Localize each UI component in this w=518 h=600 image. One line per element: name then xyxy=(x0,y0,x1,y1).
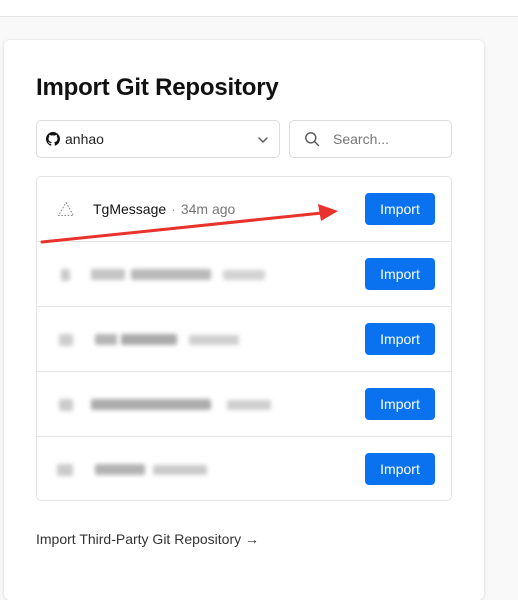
blurred-repo-name xyxy=(95,464,145,475)
account-selector[interactable]: anhao xyxy=(36,120,280,158)
blurred-repo-name xyxy=(91,269,125,280)
search-input[interactable] xyxy=(333,131,443,147)
repo-row: Import xyxy=(37,307,451,372)
blurred-repo-time xyxy=(227,400,271,410)
repo-list: TgMessage · 34m ago Import Import Import I… xyxy=(36,176,452,501)
blurred-repo-time xyxy=(189,335,239,345)
repo-row: Import xyxy=(37,242,451,307)
import-button[interactable]: Import xyxy=(365,193,435,225)
search-icon xyxy=(304,131,320,147)
import-button[interactable]: Import xyxy=(365,323,435,355)
repo-row: TgMessage · 34m ago Import xyxy=(37,177,451,242)
page-title: Import Git Repository xyxy=(36,74,279,101)
import-button[interactable]: Import xyxy=(365,258,435,290)
top-bar xyxy=(0,0,518,17)
blurred-repo-name xyxy=(121,334,177,345)
blurred-repo-icon xyxy=(61,269,70,281)
blurred-repo-icon xyxy=(59,399,73,411)
blurred-repo-icon xyxy=(59,334,73,346)
blurred-repo-icon xyxy=(57,464,73,476)
repo-name: TgMessage xyxy=(93,201,167,217)
import-button[interactable]: Import xyxy=(365,388,435,420)
blurred-repo-time xyxy=(223,270,265,280)
import-card: Import Git Repository anhao Search... Tg… xyxy=(4,40,484,600)
github-icon xyxy=(46,132,60,146)
search-field[interactable] xyxy=(289,120,452,158)
repo-row: Import xyxy=(37,437,451,500)
triangle-icon xyxy=(57,201,75,217)
account-name: anhao xyxy=(65,131,104,147)
import-third-party-link[interactable]: Import Third-Party Git Repository → xyxy=(36,531,259,547)
blurred-repo-name xyxy=(91,399,211,410)
chevron-down-icon xyxy=(257,133,269,145)
blurred-repo-name xyxy=(95,334,117,345)
import-button[interactable]: Import xyxy=(365,453,435,485)
blurred-repo-name xyxy=(131,269,211,280)
repo-separator: · xyxy=(171,201,176,217)
blurred-repo-time xyxy=(153,465,207,475)
repo-updated-time: 34m ago xyxy=(180,201,236,217)
repo-row: Import xyxy=(37,372,451,437)
